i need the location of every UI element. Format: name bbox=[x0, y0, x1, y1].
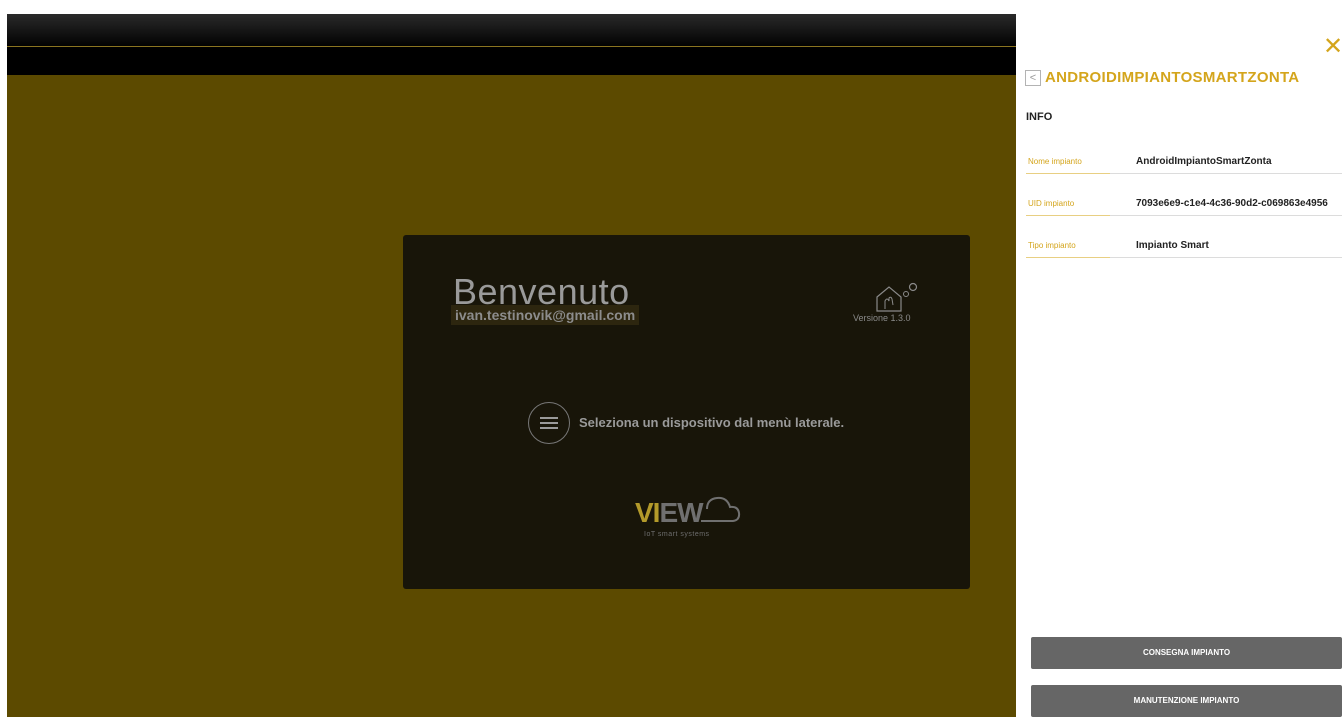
info-row-uid: UID impianto 7093e6e9-c1e4-4c36-90d2-c06… bbox=[1026, 195, 1342, 216]
view-logo: VIEW IoT smart systems bbox=[631, 496, 751, 549]
row-value: 7093e6e9-c1e4-4c36-90d2-c069863e4956 bbox=[1136, 198, 1328, 209]
row-value: Impianto Smart bbox=[1136, 240, 1209, 251]
top-bar-divider bbox=[7, 46, 1016, 47]
row-value: AndroidImpiantoSmartZonta bbox=[1136, 156, 1272, 167]
row-label: Tipo impianto bbox=[1028, 241, 1076, 250]
app-content: Benvenuto ivan.testinovik@gmail.com Vers… bbox=[7, 14, 1016, 717]
back-icon[interactable]: < bbox=[1025, 70, 1041, 86]
panel-title: ANDROIDIMPIANTOSMARTZONTA bbox=[1045, 69, 1300, 86]
home-settings-icon[interactable] bbox=[869, 279, 923, 315]
row-label-underline bbox=[1026, 257, 1110, 258]
main-app-area: Benvenuto ivan.testinovik@gmail.com Vers… bbox=[0, 0, 1016, 717]
user-email: ivan.testinovik@gmail.com bbox=[451, 305, 640, 325]
select-device-hint: Seleziona un dispositivo dal menù latera… bbox=[579, 415, 845, 430]
logo-tagline: IoT smart systems bbox=[644, 531, 710, 538]
info-row-type: Tipo impianto Impianto Smart bbox=[1026, 237, 1342, 258]
info-section-label: INFO bbox=[1026, 111, 1053, 123]
welcome-card: Benvenuto ivan.testinovik@gmail.com Vers… bbox=[403, 235, 970, 589]
cloud-icon bbox=[701, 496, 741, 522]
hamburger-menu-icon[interactable] bbox=[528, 402, 570, 444]
close-icon[interactable]: ✕ bbox=[1323, 35, 1342, 59]
row-label: UID impianto bbox=[1028, 199, 1075, 208]
version-label: Versione 1.3.0 bbox=[853, 313, 911, 323]
logo-vi: VI bbox=[635, 497, 660, 528]
side-panel: ✕ < ANDROIDIMPIANTOSMARTZONTA INFO Nome … bbox=[1016, 0, 1342, 717]
top-bar bbox=[7, 14, 1016, 75]
row-label-underline bbox=[1026, 215, 1110, 216]
consegna-impianto-button[interactable]: CONSEGNA IMPIANTO bbox=[1031, 637, 1342, 669]
row-label: Nome impianto bbox=[1028, 157, 1082, 166]
row-label-underline bbox=[1026, 173, 1110, 174]
manutenzione-impianto-button[interactable]: MANUTENZIONE IMPIANTO bbox=[1031, 685, 1342, 717]
info-row-name: Nome impianto AndroidImpiantoSmartZonta bbox=[1026, 153, 1342, 174]
logo-wordmark: VIEW bbox=[635, 497, 704, 529]
